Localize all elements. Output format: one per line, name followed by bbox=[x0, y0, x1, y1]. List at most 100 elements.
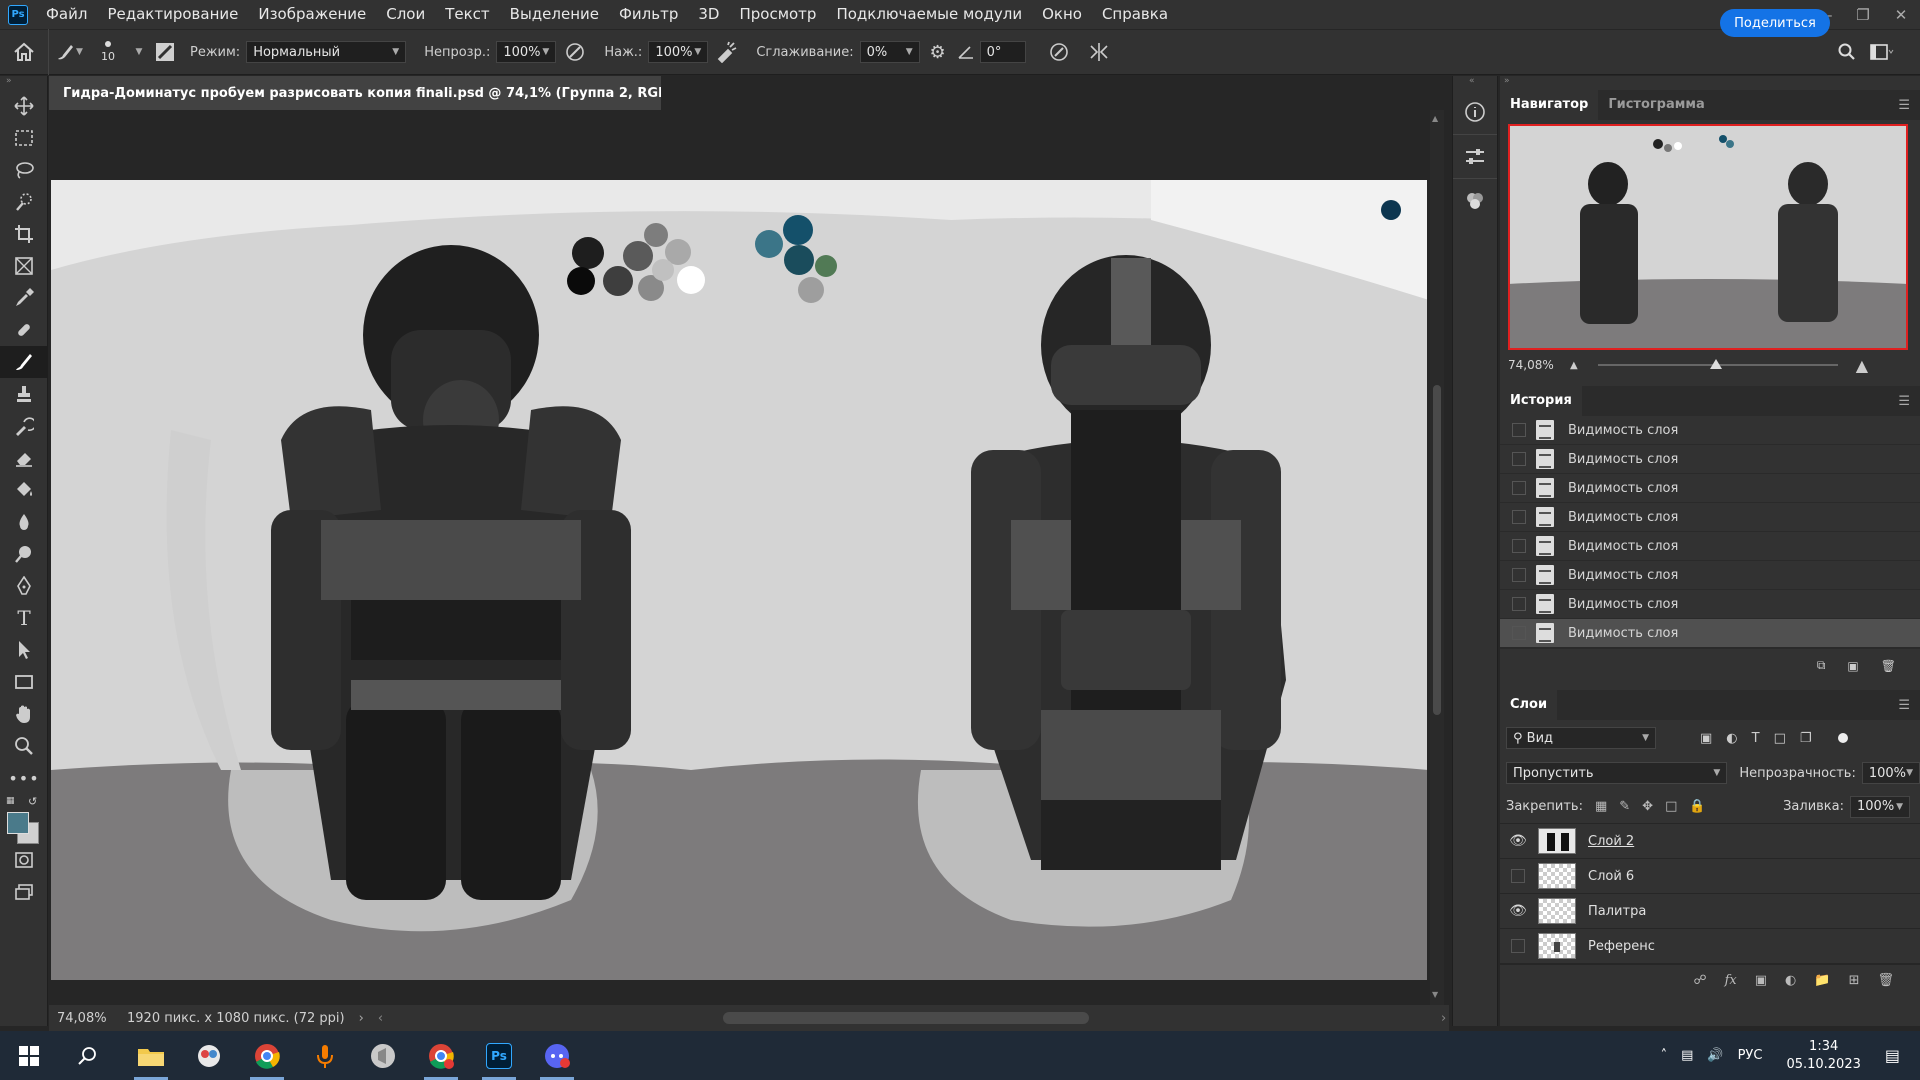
info-icon[interactable] bbox=[1453, 90, 1497, 134]
visibility-toggle[interactable] bbox=[1504, 859, 1532, 894]
filter-type-icon[interactable]: T bbox=[1752, 731, 1760, 746]
panel-menu-icon[interactable]: ☰ bbox=[1898, 98, 1910, 113]
new-adjustment-icon[interactable]: ◐ bbox=[1785, 973, 1796, 988]
history-item[interactable]: Видимость слоя bbox=[1500, 532, 1920, 561]
smoothing-input[interactable]: 0% ▼ bbox=[859, 41, 920, 63]
quick-mask-icon[interactable] bbox=[0, 844, 48, 876]
menu-select[interactable]: Выделение bbox=[500, 0, 609, 29]
navigator-preview[interactable] bbox=[1508, 124, 1908, 350]
mode-select[interactable]: Нормальный ▼ bbox=[246, 41, 407, 63]
pressure-opacity-icon[interactable] bbox=[556, 41, 594, 63]
screen-mode-icon[interactable] bbox=[0, 876, 48, 908]
menu-plugins[interactable]: Подключаемые модули bbox=[826, 0, 1032, 29]
channels-icon[interactable] bbox=[1453, 178, 1497, 222]
language-indicator[interactable]: РУС bbox=[1738, 1048, 1763, 1063]
zoom-out-icon[interactable]: ▲ bbox=[1570, 360, 1578, 371]
zoom-tool-icon[interactable] bbox=[0, 730, 48, 762]
history-item[interactable]: Видимость слоя bbox=[1500, 561, 1920, 590]
history-item[interactable]: Видимость слоя bbox=[1500, 590, 1920, 619]
layer-row[interactable]: Референс bbox=[1500, 929, 1920, 964]
home-icon[interactable] bbox=[0, 29, 48, 75]
menu-file[interactable]: Файл bbox=[36, 0, 97, 29]
brush-tool-icon[interactable] bbox=[0, 346, 48, 378]
pressure-size-icon[interactable] bbox=[1036, 41, 1082, 63]
scroll-left-icon[interactable]: ‹ bbox=[378, 1011, 383, 1026]
document-canvas[interactable] bbox=[51, 180, 1427, 980]
history-item[interactable]: Видимость слоя bbox=[1500, 474, 1920, 503]
menu-layers[interactable]: Слои bbox=[376, 0, 435, 29]
app-icon[interactable] bbox=[528, 1031, 586, 1080]
close-button[interactable]: ✕ bbox=[1882, 0, 1920, 29]
history-item[interactable]: Видимость слоя bbox=[1500, 445, 1920, 474]
pressure-input[interactable]: 100% ▼ bbox=[648, 41, 709, 63]
menu-3d[interactable]: 3D bbox=[688, 0, 729, 29]
workspace-icon[interactable] bbox=[1866, 33, 1898, 71]
history-checkbox[interactable] bbox=[1512, 481, 1526, 495]
new-document-from-state-icon[interactable]: ⧉ bbox=[1817, 658, 1826, 673]
marquee-tool-icon[interactable] bbox=[0, 122, 48, 154]
clock[interactable]: 1:34 05.10.2023 bbox=[1786, 1038, 1860, 1074]
canvas-area[interactable] bbox=[49, 110, 1427, 1005]
history-checkbox[interactable] bbox=[1512, 626, 1526, 640]
filter-pixel-icon[interactable]: ▣ bbox=[1700, 731, 1712, 746]
app-icon[interactable] bbox=[354, 1031, 412, 1080]
scroll-down-icon[interactable]: ▼ bbox=[1432, 990, 1438, 999]
start-icon[interactable] bbox=[0, 1031, 58, 1080]
eye-icon[interactable]: 👁 bbox=[1504, 824, 1532, 859]
notifications-icon[interactable]: ▤ bbox=[1885, 1046, 1900, 1065]
history-checkbox[interactable] bbox=[1512, 568, 1526, 582]
filter-adjustment-icon[interactable]: ◐ bbox=[1726, 731, 1737, 746]
collapse-icon[interactable]: » bbox=[0, 76, 47, 90]
more-tools-icon[interactable]: ••• bbox=[0, 762, 48, 794]
vertical-scrollbar[interactable]: ▲ ▼ bbox=[1430, 110, 1444, 1005]
menu-view[interactable]: Просмотр bbox=[729, 0, 826, 29]
zoom-in-icon[interactable]: ▲ bbox=[1856, 356, 1868, 375]
scroll-up-icon[interactable]: ▲ bbox=[1432, 114, 1438, 123]
menu-edit[interactable]: Редактирование bbox=[97, 0, 248, 29]
chrome-icon[interactable] bbox=[412, 1031, 470, 1080]
blend-mode-select[interactable]: Пропустить ▼ bbox=[1506, 762, 1728, 784]
zoom-slider-handle[interactable] bbox=[1709, 359, 1722, 369]
layer-row[interactable]: 👁 Палитра bbox=[1500, 894, 1920, 929]
layer-name[interactable]: Слой 6 bbox=[1588, 869, 1634, 884]
chrome-icon[interactable] bbox=[238, 1031, 296, 1080]
quick-select-tool-icon[interactable] bbox=[0, 186, 48, 218]
type-tool-icon[interactable]: T bbox=[0, 602, 48, 634]
status-arrow-icon[interactable]: › bbox=[359, 1011, 364, 1026]
crop-tool-icon[interactable] bbox=[0, 218, 48, 250]
layer-opacity-input[interactable]: 100% ▼ bbox=[1861, 762, 1920, 784]
chevron-down-icon[interactable]: ▼ bbox=[128, 47, 150, 57]
horizontal-scroll-thumb[interactable] bbox=[723, 1012, 1090, 1024]
path-selection-tool-icon[interactable] bbox=[0, 634, 48, 666]
restore-button[interactable]: ❐ bbox=[1844, 0, 1882, 29]
history-item[interactable]: Видимость слоя bbox=[1500, 503, 1920, 532]
photoshop-icon[interactable]: Ps bbox=[470, 1031, 528, 1080]
network-icon[interactable]: ▤ bbox=[1681, 1048, 1693, 1063]
history-item-selected[interactable]: Видимость слоя bbox=[1500, 619, 1920, 648]
move-tool-icon[interactable] bbox=[0, 90, 48, 122]
collapse-icon[interactable]: « bbox=[1453, 76, 1497, 90]
fx-icon[interactable]: fx bbox=[1725, 973, 1737, 988]
trash-icon[interactable]: 🗑 bbox=[1881, 659, 1896, 673]
navigator-zoom-value[interactable]: 74,08% bbox=[1508, 358, 1570, 372]
add-mask-icon[interactable]: ▣ bbox=[1755, 973, 1767, 988]
tab-histogram[interactable]: Гистограмма bbox=[1598, 90, 1714, 120]
history-checkbox[interactable] bbox=[1512, 597, 1526, 611]
rectangle-tool-icon[interactable] bbox=[0, 666, 48, 698]
new-group-icon[interactable]: 📁 bbox=[1814, 973, 1830, 988]
filter-toggle[interactable] bbox=[1837, 733, 1848, 743]
panel-menu-icon[interactable]: ☰ bbox=[1898, 698, 1910, 713]
paint-bucket-tool-icon[interactable] bbox=[0, 474, 48, 506]
filter-smart-object-icon[interactable]: ❐ bbox=[1800, 731, 1812, 746]
lock-transparency-icon[interactable]: ▦ bbox=[1595, 799, 1607, 814]
app-icon[interactable] bbox=[180, 1031, 238, 1080]
vertical-scroll-thumb[interactable] bbox=[1433, 385, 1441, 715]
trash-icon[interactable]: 🗑 bbox=[1877, 973, 1894, 988]
layer-name[interactable]: Палитра bbox=[1588, 904, 1646, 919]
brush-settings-icon[interactable] bbox=[150, 42, 180, 62]
layer-name[interactable]: Слой 2 bbox=[1588, 834, 1634, 849]
layer-filter-select[interactable]: ⚲ Вид ▼ bbox=[1506, 727, 1656, 749]
eye-icon[interactable]: 👁 bbox=[1504, 894, 1532, 929]
status-zoom[interactable]: 74,08% bbox=[57, 1011, 127, 1026]
dodge-tool-icon[interactable] bbox=[0, 538, 48, 570]
